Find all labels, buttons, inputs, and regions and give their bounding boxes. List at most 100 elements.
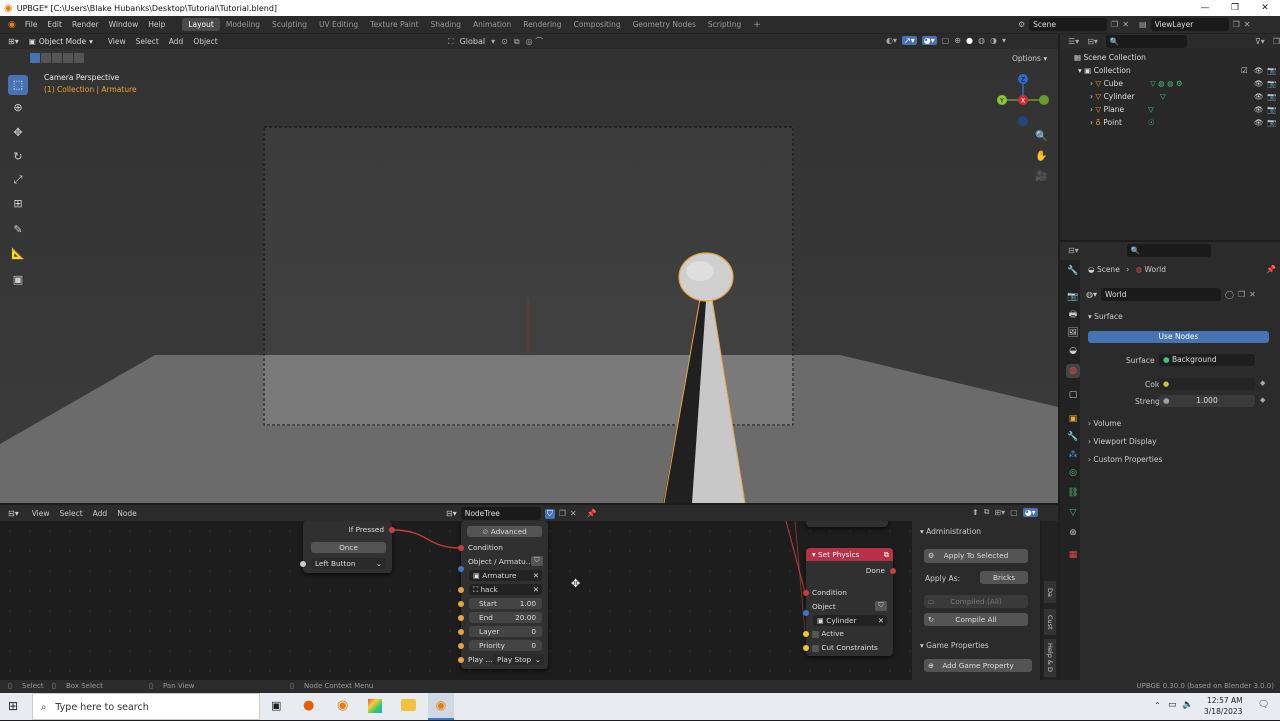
- rotate-tool-icon[interactable]: ↻: [8, 147, 28, 167]
- viewlayer-field[interactable]: ViewLayer: [1150, 18, 1229, 31]
- overlay-toggle-icon[interactable]: ◕▾: [1022, 507, 1038, 517]
- condition-socket[interactable]: [458, 545, 464, 551]
- object-picker-icon[interactable]: ⛉: [875, 601, 887, 611]
- mouse-input-socket[interactable]: [300, 561, 306, 567]
- outliner-editor-icon[interactable]: ☰▾: [1068, 37, 1079, 46]
- camera-view-icon[interactable]: 🎥: [1035, 171, 1047, 182]
- upbge-taskbar-icon[interactable]: ◉: [428, 693, 454, 720]
- outliner-item-plane[interactable]: › ▽ Plane ▽ 👁 📷: [1060, 105, 1280, 118]
- node-menu-add[interactable]: Add: [88, 509, 113, 518]
- menu-window[interactable]: Window: [104, 20, 144, 29]
- output-tab-icon[interactable]: 🖶: [1066, 308, 1080, 322]
- color-keyframe-icon[interactable]: ◆: [1260, 379, 1265, 387]
- layer-socket[interactable]: [458, 629, 464, 635]
- armature-field[interactable]: ▣ Armature ✕: [469, 570, 542, 581]
- unlink-icon[interactable]: ✕: [570, 509, 577, 518]
- vp-menu-view[interactable]: View: [103, 37, 131, 46]
- volume-icon[interactable]: 🔈: [1182, 700, 1193, 710]
- physics-object-field[interactable]: ▣ Cylinder ✕: [813, 615, 887, 626]
- select-intersect-icon[interactable]: [74, 53, 84, 63]
- texture-tab-icon[interactable]: ▦: [1066, 548, 1080, 562]
- pin-icon[interactable]: 📌: [1266, 265, 1276, 274]
- outliner-collection[interactable]: ▾ ▣ Collection ☑ 👁 📷: [1060, 66, 1280, 79]
- viewport-display-panel-header[interactable]: › Viewport Display: [1088, 437, 1157, 446]
- tool-tab-icon[interactable]: 🔧: [1066, 264, 1080, 278]
- taskbar-date[interactable]: 3/18/2023: [1204, 707, 1242, 716]
- shading-solid-icon[interactable]: ●: [966, 36, 973, 45]
- active-socket[interactable]: [803, 631, 809, 637]
- exclude-checkbox[interactable]: ☑: [1241, 66, 1248, 75]
- parent-node-icon[interactable]: ⬆: [972, 508, 979, 517]
- object-tab-icon[interactable]: ▣: [1066, 412, 1080, 426]
- unlink-icon[interactable]: ✕: [1249, 290, 1256, 299]
- select-new-icon[interactable]: [30, 53, 40, 63]
- backdrop-icon[interactable]: ▢: [1010, 508, 1018, 517]
- color-app-icon[interactable]: [368, 699, 382, 713]
- clear-icon[interactable]: ✕: [533, 584, 539, 595]
- editor-type-icon[interactable]: ⊟▾: [8, 509, 19, 518]
- shading-rendered-icon[interactable]: ◑: [990, 36, 997, 45]
- firefox-icon[interactable]: ●: [303, 698, 314, 713]
- select-subtract-icon[interactable]: [52, 53, 62, 63]
- compiled-all-button[interactable]: ▭ Compiled (All): [924, 595, 1028, 608]
- maximize-icon[interactable]: ❐: [1220, 0, 1250, 16]
- collection-tab-icon[interactable]: ▢: [1066, 388, 1080, 402]
- node-menu-node[interactable]: Node: [112, 509, 142, 518]
- shading-wireframe-icon[interactable]: ⊕: [954, 36, 961, 45]
- new-collection-icon[interactable]: ❐: [1273, 37, 1280, 46]
- taskbar-search[interactable]: ⌕ Type here to search: [32, 693, 260, 720]
- tab-uv-editing[interactable]: UV Editing: [313, 18, 364, 31]
- visibility-eye-icon[interactable]: 👁: [1254, 79, 1264, 88]
- tab-animation[interactable]: Animation: [467, 18, 517, 31]
- visibility-eye-icon[interactable]: 👁: [1254, 66, 1264, 75]
- render-camera-icon[interactable]: 📷: [1267, 66, 1276, 75]
- viewlayer-icon[interactable]: ▤: [1139, 20, 1147, 29]
- file-explorer-icon[interactable]: [401, 699, 416, 711]
- select-invert-icon[interactable]: [63, 53, 73, 63]
- pivot-icon[interactable]: ⊙: [501, 37, 508, 46]
- action-field[interactable]: ⛶ hack ✕: [469, 584, 542, 595]
- physics-tab-icon[interactable]: ◎: [1066, 466, 1080, 480]
- if-pressed-socket[interactable]: [389, 527, 395, 533]
- mouse-node[interactable]: If Pressed Once Left Button ⌄: [300, 521, 395, 573]
- navigation-gizmo[interactable]: Z Y X: [994, 71, 1052, 129]
- snap-target-icon[interactable]: ⊞▾: [994, 508, 1005, 517]
- overlay-toggle-icon[interactable]: ◕▾: [921, 36, 937, 45]
- add-workspace-icon[interactable]: +: [747, 18, 767, 32]
- mode-select[interactable]: ▣ Object Mode ▾: [24, 35, 97, 48]
- surface-shader-field[interactable]: ● Background: [1159, 354, 1255, 366]
- duplicate-icon[interactable]: ❐: [559, 509, 566, 518]
- node-editor[interactable]: If Pressed Once Left Button ⌄ ⊘ Advanced …: [0, 521, 1058, 680]
- apply-as-select[interactable]: Bricks: [980, 571, 1028, 584]
- 3d-viewport[interactable]: Camera Perspective (1) Collection | Arma…: [0, 49, 1058, 503]
- task-view-icon[interactable]: ▣: [271, 699, 281, 712]
- world-name-field[interactable]: World: [1101, 287, 1221, 301]
- scale-tool-icon[interactable]: ⤢: [8, 170, 28, 190]
- compile-all-button[interactable]: ↻ Compile All: [924, 613, 1028, 626]
- modifier-tab-icon[interactable]: 🔧: [1066, 430, 1080, 444]
- snap-icon[interactable]: ⧉: [514, 37, 520, 47]
- tab-geometry-nodes[interactable]: Geometry Nodes: [627, 18, 702, 31]
- add-cube-tool-icon[interactable]: ▣: [8, 270, 28, 290]
- active-checkbox[interactable]: Active: [812, 629, 844, 638]
- administration-panel-header[interactable]: ▾ Administration: [920, 527, 981, 536]
- world-tab-icon[interactable]: ◍: [1066, 364, 1080, 378]
- object-picker-icon[interactable]: ⛉: [531, 556, 543, 566]
- priority-field[interactable]: Priority 0: [469, 640, 542, 651]
- zoom-icon[interactable]: 🔍: [1035, 131, 1047, 142]
- shading-material-icon[interactable]: ◍: [978, 36, 985, 45]
- windows-start-icon[interactable]: ⊞: [8, 699, 18, 713]
- tab-modeling[interactable]: Modeling: [220, 18, 266, 31]
- node-tree-name[interactable]: NodeTree: [460, 507, 541, 520]
- blender-taskbar-icon[interactable]: ◉: [337, 698, 348, 713]
- visibility-icon[interactable]: ◐▾: [886, 36, 897, 45]
- node-menu-select[interactable]: Select: [55, 509, 88, 518]
- action-socket[interactable]: [458, 587, 464, 593]
- cut-constraints-checkbox[interactable]: Cut Constraints: [812, 643, 878, 652]
- node-tree-type-icon[interactable]: ⊟▾: [446, 509, 457, 518]
- pan-icon[interactable]: ✋: [1035, 151, 1047, 162]
- use-nodes-button[interactable]: Use Nodes: [1088, 331, 1269, 343]
- outliner-item-cylinder[interactable]: › ▽ Cylinder ▽ 👁 📷: [1060, 92, 1280, 105]
- end-socket[interactable]: [458, 615, 464, 621]
- editor-type-icon[interactable]: ⊞▾: [8, 37, 19, 46]
